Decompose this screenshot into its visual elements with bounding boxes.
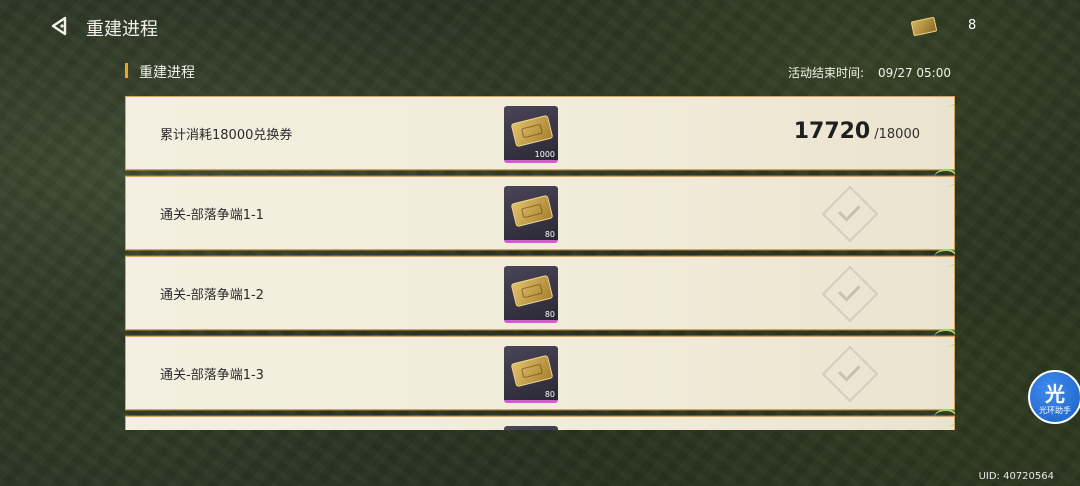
checkmark-icon [821, 265, 879, 323]
checkmark-icon [821, 185, 879, 243]
back-arrow-icon[interactable] [48, 15, 70, 37]
user-id: UID: 40720564 [978, 471, 1054, 482]
event-end-label: 活动结束时间: [787, 66, 865, 80]
task-card[interactable]: 累计消耗18000兑换券 1000 17720/18000 [125, 96, 955, 170]
progress-current: 17720 [793, 119, 871, 144]
task-card[interactable]: 通关-部落争端1-1 80 [125, 169, 955, 250]
task-name: 通关-部落争端1-2 [160, 288, 264, 303]
task-progress: 17720/18000 [794, 119, 920, 144]
reward-quantity: 80 [544, 390, 555, 399]
task-list[interactable]: 累计消耗18000兑换券 1000 17720/18000 通关-部落争端1-1… [125, 96, 955, 430]
page-title: 重建进程 [86, 19, 158, 40]
helper-glyph: 光 [1045, 382, 1065, 406]
currency-value: 8 [968, 18, 977, 33]
exchange-ticket-icon [510, 354, 554, 388]
reward-quantity: 80 [544, 310, 555, 319]
task-name: 通关-部落争端1-1 [160, 208, 264, 223]
reward-quantity: 1000 [534, 150, 555, 159]
progress-max: /18000 [874, 127, 920, 142]
checkmark-icon [821, 345, 879, 403]
reward-item[interactable]: 80 [504, 346, 558, 403]
vine-decoration [934, 249, 955, 267]
task-card[interactable]: 通关-部落争端1-2 80 [125, 249, 955, 330]
vine-decoration [934, 96, 955, 107]
exchange-ticket-icon [510, 114, 554, 148]
event-end-value: 09/27 05:00 [878, 66, 951, 80]
vine-decoration [934, 409, 955, 427]
reward-item[interactable]: 80 [504, 186, 558, 243]
vine-decoration [934, 329, 955, 347]
reward-item[interactable]: 1000 [504, 106, 558, 163]
event-end-time: 活动结束时间: 09/27 05:00 [788, 64, 951, 81]
task-card-partial[interactable] [125, 409, 955, 430]
helper-label: 光环助手 [1039, 406, 1071, 415]
section-title: 重建进程 [139, 65, 195, 81]
task-card[interactable]: 通关-部落争端1-3 80 [125, 329, 955, 410]
section-accent-bar [125, 63, 128, 78]
reward-quantity: 80 [544, 230, 555, 239]
reward-item[interactable]: 80 [504, 266, 558, 323]
task-name: 累计消耗18000兑换券 [160, 128, 293, 143]
currency-display: 8 [910, 16, 1032, 38]
exchange-ticket-icon [910, 16, 938, 37]
reward-item[interactable] [504, 426, 558, 430]
exchange-ticket-icon [510, 194, 554, 228]
task-name: 通关-部落争端1-3 [160, 368, 264, 383]
helper-floating-button[interactable]: 光 光环助手 [1028, 370, 1080, 424]
vine-decoration [934, 169, 955, 187]
exchange-ticket-icon [510, 274, 554, 308]
